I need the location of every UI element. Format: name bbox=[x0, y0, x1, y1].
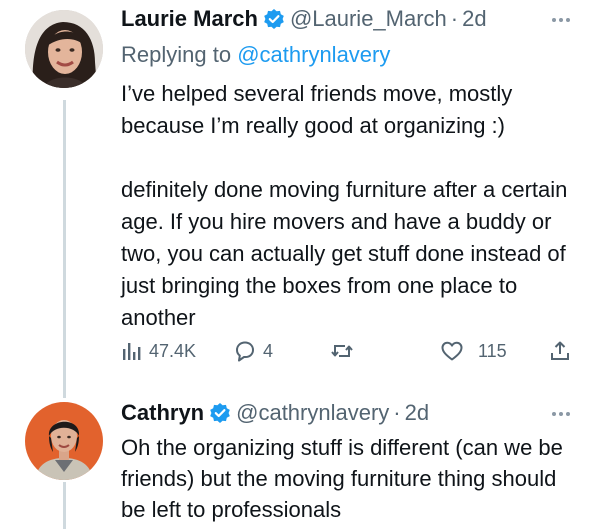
views-button[interactable]: 47.4K bbox=[121, 336, 196, 366]
display-name[interactable]: Laurie March bbox=[121, 4, 258, 34]
user-handle[interactable]: @cathrynlavery bbox=[236, 398, 389, 428]
reply-count: 4 bbox=[263, 340, 274, 361]
retweet-icon bbox=[330, 339, 354, 363]
tweet-paragraph: Oh the organizing stuff is different (ca… bbox=[121, 435, 563, 522]
like-icon bbox=[440, 339, 464, 363]
views-icon bbox=[121, 340, 143, 362]
tweet-cathryn[interactable]: Cathryn @cathrynlavery · 2d Oh the organ… bbox=[0, 384, 599, 529]
tweet-header: Cathryn @cathrynlavery · 2d bbox=[121, 398, 429, 428]
reply-button[interactable]: 4 bbox=[233, 336, 273, 366]
replying-to: Replying to @cathrynlavery bbox=[121, 40, 390, 70]
share-icon bbox=[548, 339, 572, 363]
avatar[interactable] bbox=[25, 402, 103, 480]
tweet-laurie[interactable]: Laurie March @Laurie_March · 2d Replying… bbox=[0, 0, 599, 384]
like-count: 115 bbox=[478, 340, 507, 361]
views-count: 47.4K bbox=[149, 340, 197, 361]
reply-icon bbox=[233, 339, 257, 363]
tweet-paragraph: definitely done moving furniture after a… bbox=[121, 177, 568, 330]
more-icon[interactable] bbox=[548, 410, 574, 418]
tweet-text: I’ve helped several friends move, mostly… bbox=[121, 78, 581, 334]
more-icon[interactable] bbox=[548, 16, 574, 24]
tweet-text: Oh the organizing stuff is different (ca… bbox=[121, 432, 581, 525]
retweet-button[interactable] bbox=[330, 336, 360, 366]
like-button[interactable]: 115 bbox=[440, 336, 507, 366]
timestamp[interactable]: 2d bbox=[405, 398, 429, 428]
reply-mention-link[interactable]: @cathrynlavery bbox=[237, 42, 390, 67]
timestamp[interactable]: 2d bbox=[462, 4, 486, 34]
thread-connector-top bbox=[63, 384, 66, 398]
separator-dot: · bbox=[393, 400, 401, 425]
replying-prefix: Replying to bbox=[121, 42, 232, 67]
tweet-paragraph: I’ve helped several friends move, mostly… bbox=[121, 81, 513, 138]
share-button[interactable] bbox=[548, 336, 572, 366]
verified-icon bbox=[209, 402, 231, 424]
action-bar: 47.4K 4 115 bbox=[121, 336, 576, 366]
thread-connector-bottom bbox=[63, 482, 66, 529]
verified-icon bbox=[263, 8, 285, 30]
display-name[interactable]: Cathryn bbox=[121, 398, 204, 428]
user-handle[interactable]: @Laurie_March bbox=[290, 4, 447, 34]
thread-connector bbox=[63, 100, 66, 384]
avatar[interactable] bbox=[25, 10, 103, 88]
tweet-header: Laurie March @Laurie_March · 2d bbox=[121, 4, 487, 34]
separator-dot: · bbox=[450, 6, 459, 31]
